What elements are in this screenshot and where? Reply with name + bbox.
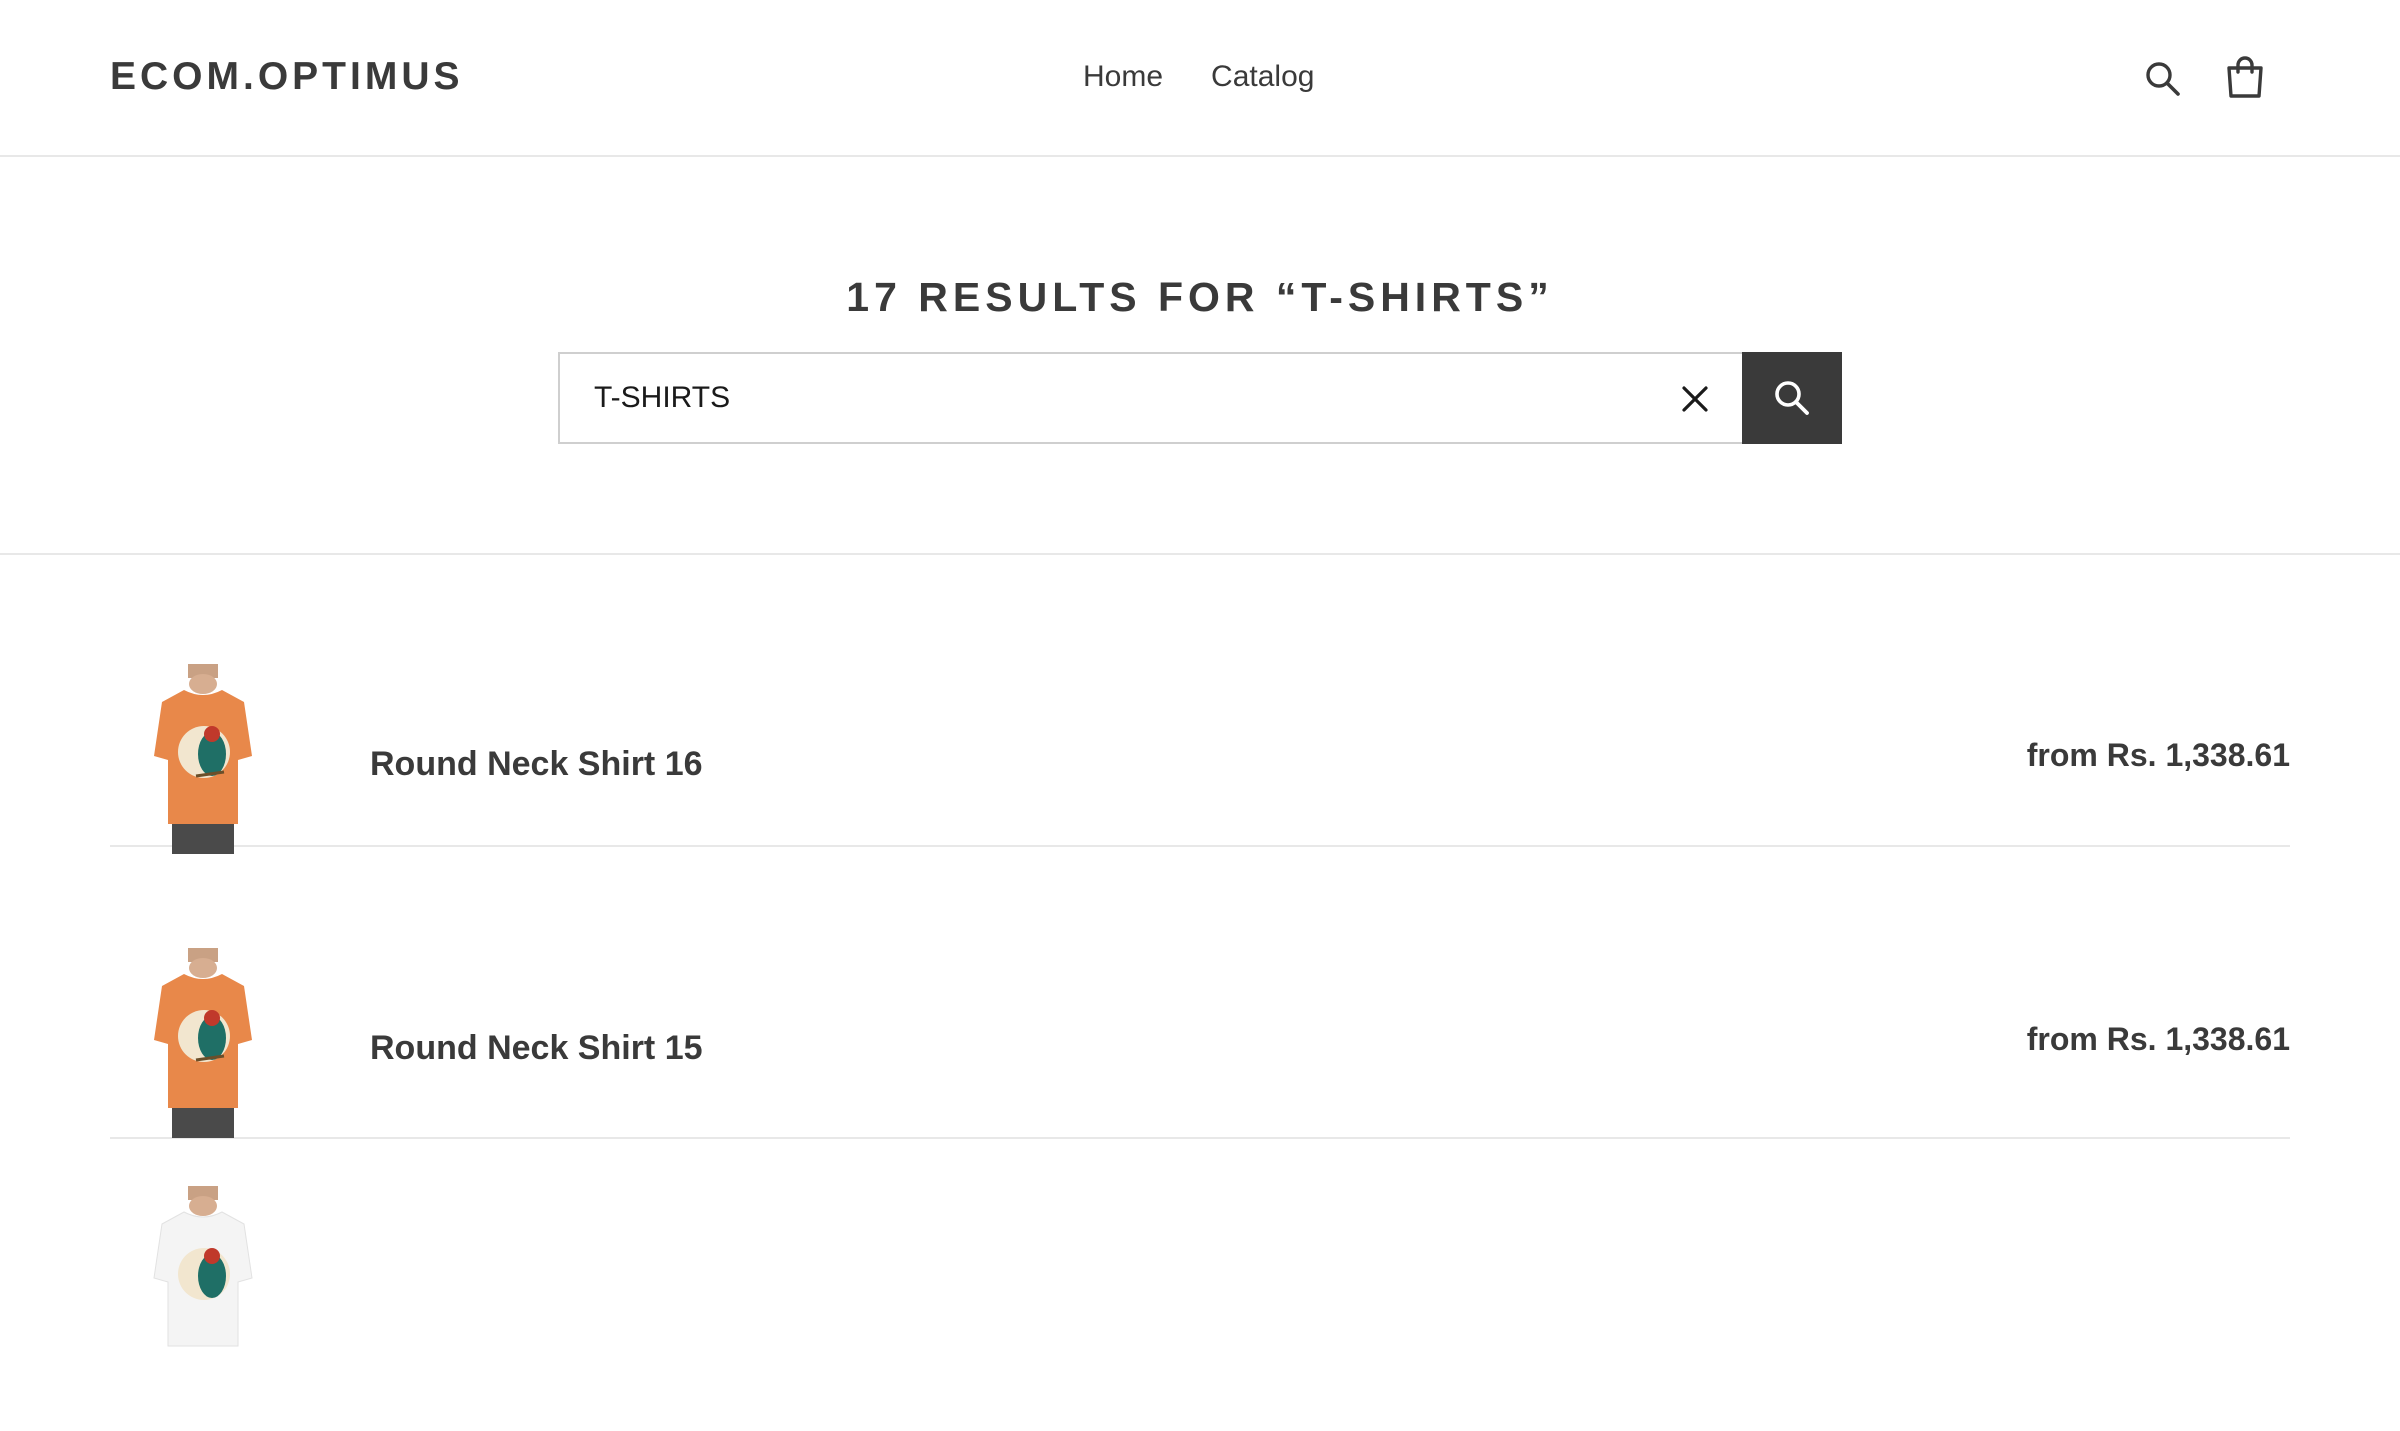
product-thumbnail[interactable] — [132, 948, 272, 1138]
search-section: 17 RESULTS FOR “T-SHIRTS” — [0, 157, 2400, 555]
site-header: ECOM.OPTIMUS Home Catalog — [0, 0, 2400, 157]
result-item[interactable] — [110, 1139, 2290, 1431]
search-form — [558, 352, 1842, 444]
header-cart-icon[interactable] — [2220, 52, 2270, 102]
product-title-link[interactable]: Round Neck Shirt 15 — [370, 1026, 703, 1070]
clear-search-button[interactable] — [1666, 370, 1724, 428]
result-item[interactable]: Round Neck Shirt 15 from Rs. 1,338.61 — [110, 847, 2290, 1139]
search-icon — [1775, 381, 1809, 415]
main-nav: Home Catalog — [1083, 52, 1314, 102]
product-thumbnail[interactable] — [132, 1186, 272, 1376]
search-input-wrapper — [558, 352, 1742, 444]
close-icon — [1682, 386, 1708, 412]
search-results-list: Round Neck Shirt 16 from Rs. 1,338.61 Ro… — [110, 555, 2290, 1431]
cart-icon — [2227, 56, 2263, 98]
product-price: from Rs. 1,338.61 — [2026, 1021, 2290, 1057]
product-thumbnail[interactable] — [132, 664, 272, 854]
product-price: from Rs. 1,338.61 — [2026, 737, 2290, 773]
result-item[interactable]: Round Neck Shirt 16 from Rs. 1,338.61 — [110, 555, 2290, 854]
product-title-link[interactable]: Round Neck Shirt 16 — [370, 742, 703, 786]
search-submit-button[interactable] — [1742, 352, 1842, 444]
search-icon — [2146, 62, 2180, 96]
nav-catalog-link[interactable]: Catalog — [1211, 52, 1314, 102]
search-input[interactable] — [560, 354, 1742, 442]
results-heading: 17 RESULTS FOR “T-SHIRTS” — [846, 274, 1554, 320]
nav-home-link[interactable]: Home — [1083, 52, 1163, 102]
header-search-icon[interactable] — [2138, 54, 2188, 104]
store-logo[interactable]: ECOM.OPTIMUS — [110, 52, 464, 102]
